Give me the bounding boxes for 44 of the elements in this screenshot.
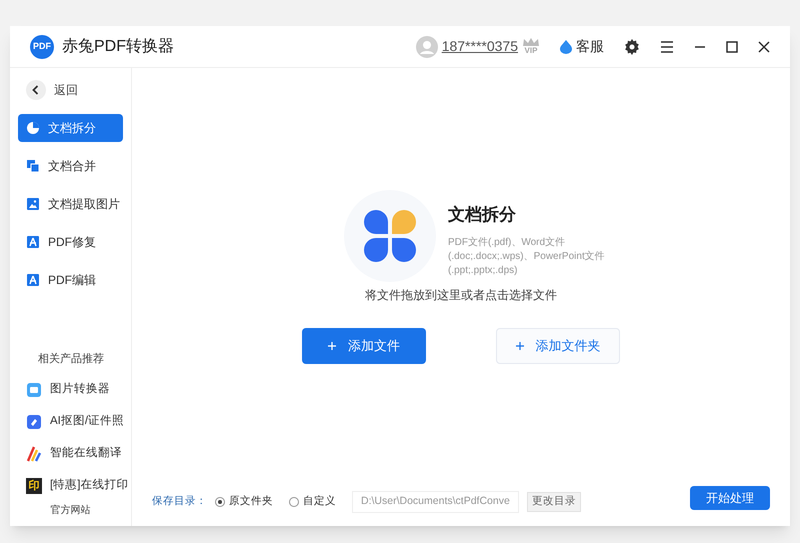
- recommend-title: 相关产品推荐: [37, 352, 105, 366]
- sidebar-item[interactable]: PDF编辑: [18, 266, 123, 294]
- avatar-icon: [416, 36, 438, 58]
- close-button[interactable]: [758, 40, 770, 52]
- feature-title: 文档拆分: [448, 204, 517, 226]
- pie-chart-icon: [26, 121, 40, 135]
- website-link[interactable]: 官方网站: [50, 503, 90, 518]
- add-folder-button[interactable]: 添加文件夹: [496, 328, 620, 364]
- print-icon: 印: [26, 478, 42, 494]
- image-icon: [26, 197, 40, 211]
- sidebar-item[interactable]: 文档拆分: [18, 114, 123, 142]
- sidebar-item[interactable]: 文档提取图片: [18, 190, 123, 218]
- pdf-icon: [26, 273, 40, 287]
- user-account-link[interactable]: 187****0375: [442, 36, 518, 57]
- product-link[interactable]: 图片转换器: [18, 377, 123, 403]
- add-file-button[interactable]: 添加文件: [302, 328, 426, 364]
- maximize-button[interactable]: [726, 40, 738, 52]
- plus-icon: [328, 342, 336, 350]
- back-button[interactable]: 返回: [18, 76, 123, 104]
- save-directory-label: 保存目录：: [152, 494, 207, 510]
- eraser-icon: [26, 414, 42, 430]
- plus-icon: [516, 342, 524, 350]
- four-petal-icon: [364, 210, 416, 262]
- vip-badge: VIP: [522, 38, 540, 55]
- supported-formats: PDF文件(.pdf)、Word文件(.doc;.docx;.wps)、PowerPoint文件(.ppt;.pptx;.dps): [448, 236, 606, 278]
- rainbow-brush-icon: [26, 446, 42, 462]
- sidebar-item[interactable]: PDF修复: [18, 228, 123, 256]
- logo-icon: PDF: [30, 34, 54, 58]
- product-link[interactable]: 智能在线翻译: [18, 441, 123, 467]
- settings-button[interactable]: [624, 38, 640, 54]
- radio-option[interactable]: 原文件夹: [215, 494, 273, 510]
- change-directory-button[interactable]: 更改目录: [526, 492, 581, 512]
- sidebar-item[interactable]: 文档合并: [18, 152, 123, 180]
- picture-icon: [26, 382, 42, 398]
- app-title: 赤兔PDF转换器: [62, 36, 174, 56]
- radio-option[interactable]: 自定义: [289, 494, 336, 510]
- product-link[interactable]: AI抠图/证件照: [18, 409, 123, 435]
- pdf-icon: [26, 235, 40, 249]
- overlapping-squares-icon: [26, 159, 40, 173]
- water-drop-icon: [560, 40, 572, 54]
- customer-service-button[interactable]: 客服: [560, 36, 604, 57]
- start-button[interactable]: 开始处理: [690, 486, 770, 510]
- drop-hint: 将文件拖放到这里或者点击选择文件: [365, 287, 557, 304]
- menu-button[interactable]: [660, 40, 674, 52]
